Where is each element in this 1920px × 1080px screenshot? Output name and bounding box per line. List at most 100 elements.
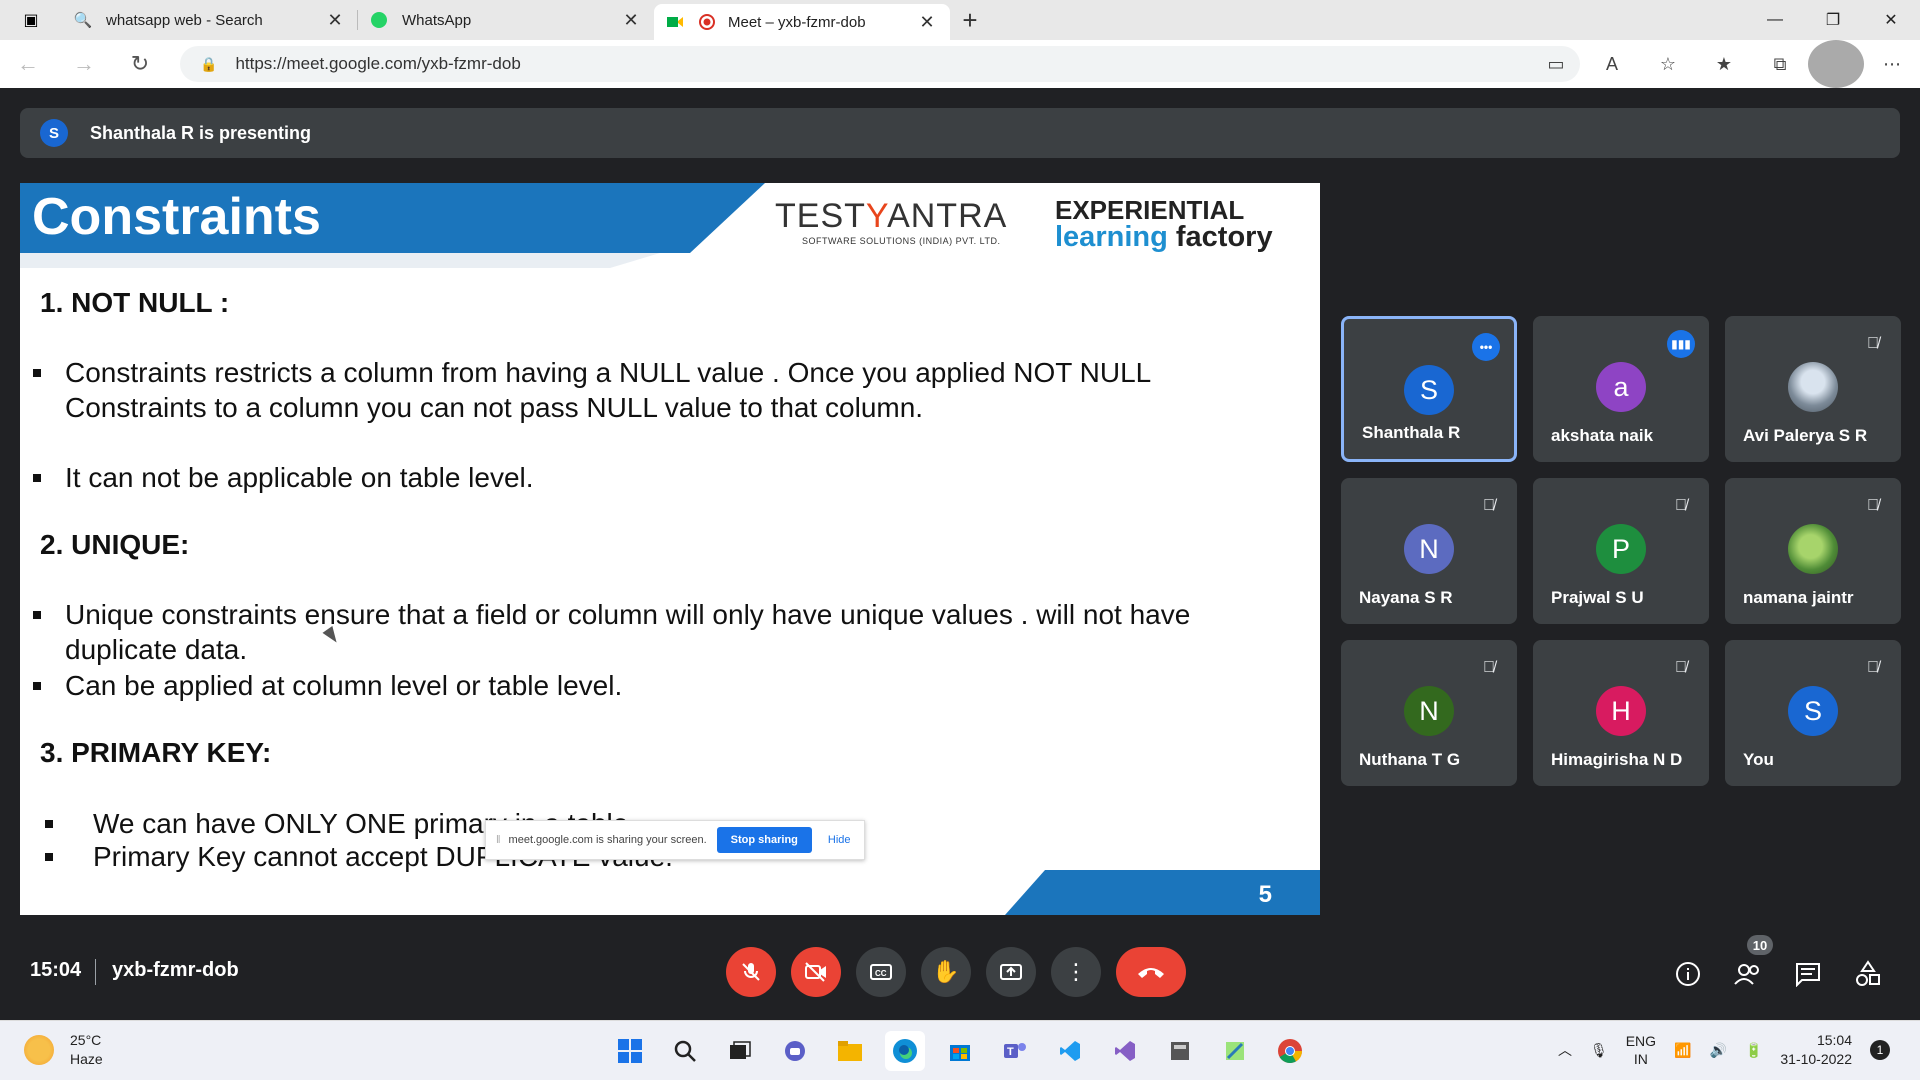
visual-studio-icon[interactable] [1105, 1031, 1145, 1071]
camera-icon[interactable]: ▭ [1528, 40, 1584, 88]
more-options-button[interactable]: ⋮ [1051, 947, 1101, 997]
more-icon[interactable]: ⋯ [1864, 40, 1920, 88]
stop-sharing-button[interactable]: Stop sharing [716, 827, 812, 853]
people-icon[interactable] [1733, 959, 1763, 989]
participant-name: Nayana S R [1359, 588, 1453, 607]
system-tray: ︿ 🎙 ENG IN 📶 🔊 🔋 15:04 31-10-2022 1 [1540, 1031, 1890, 1069]
profile-icon[interactable] [1808, 40, 1864, 88]
participant-tile[interactable]: N Nuthana T G 🎙̸ [1341, 640, 1517, 786]
browser-tab-bar: ▣ 🔍 whatsapp web - Search ✕ WhatsApp ✕ M… [0, 0, 1920, 40]
participant-tile[interactable]: a akshata naik ▮▮▮ [1533, 316, 1709, 462]
forward-icon[interactable]: → [56, 40, 112, 88]
participant-tile[interactable]: P Prajwal S U 🎙̸ [1533, 478, 1709, 624]
refresh-icon[interactable]: ↻ [112, 40, 168, 88]
mic-toggle-button[interactable] [726, 947, 776, 997]
weather-condition: Haze [70, 1051, 103, 1067]
wifi-icon[interactable]: 📶 [1674, 1042, 1691, 1059]
battery-icon[interactable]: 🔋 [1745, 1042, 1762, 1059]
close-tab-icon[interactable]: ✕ [620, 10, 642, 31]
participant-name: akshata naik [1551, 426, 1654, 445]
svg-text:CC: CC [875, 969, 887, 978]
meeting-time: 15:04 [30, 959, 82, 981]
participant-tile[interactable]: N Nayana S R 🎙̸ [1341, 478, 1517, 624]
tagline-line-2: learning factory [1055, 221, 1273, 253]
vertical-dots-icon: ⋮ [1065, 959, 1087, 984]
teams-icon[interactable]: T [995, 1031, 1035, 1071]
tab-title: WhatsApp [402, 11, 472, 29]
snipping-tool-icon[interactable] [1215, 1031, 1255, 1071]
participant-count-badge: 10 [1747, 935, 1773, 955]
chevron-up-icon[interactable]: ︿ [1558, 1040, 1572, 1060]
close-tab-icon[interactable]: ✕ [916, 12, 938, 33]
avatar: S [1788, 686, 1838, 736]
file-explorer-icon[interactable] [830, 1031, 870, 1071]
whatsapp-icon [370, 11, 388, 29]
activities-icon[interactable] [1853, 959, 1883, 989]
edge-browser-icon[interactable] [885, 1031, 925, 1071]
participant-tile[interactable]: namana jaintr 🎙̸ [1725, 478, 1901, 624]
back-icon[interactable]: ← [0, 40, 56, 88]
meeting-details-icon[interactable] [1673, 959, 1703, 989]
participant-tile[interactable]: Avi Palerya S R 🎙̸ [1725, 316, 1901, 462]
avatar: S [1404, 365, 1454, 415]
mic-muted-icon: 🎙̸ [1483, 497, 1495, 514]
teams-chat-icon[interactable] [775, 1031, 815, 1071]
vscode-icon[interactable] [1050, 1031, 1090, 1071]
participant-name: Avi Palerya S R [1743, 426, 1868, 445]
close-window-icon[interactable]: ✕ [1862, 0, 1920, 40]
participant-tile[interactable]: S You 🎙̸ [1725, 640, 1901, 786]
notification-badge[interactable]: 1 [1870, 1040, 1890, 1060]
leave-call-button[interactable] [1116, 947, 1186, 997]
participant-name: Himagirisha N D [1551, 750, 1683, 769]
present-screen-button[interactable] [986, 947, 1036, 997]
add-favorite-icon[interactable]: ☆ [1640, 40, 1696, 88]
raise-hand-button[interactable]: ✋ [921, 947, 971, 997]
favorites-icon[interactable]: ★ [1696, 40, 1752, 88]
volume-icon[interactable]: 🔊 [1710, 1042, 1727, 1059]
hide-notice-button[interactable]: Hide [828, 834, 851, 846]
recording-icon [698, 13, 716, 31]
url-field[interactable]: 🔒 https://meet.google.com/yxb-fzmr-dob [180, 46, 1580, 82]
maximize-icon[interactable]: ❐ [1804, 0, 1862, 40]
participant-tile[interactable]: S Shanthala R ••• [1341, 316, 1517, 462]
read-aloud-icon[interactable]: A [1584, 40, 1640, 88]
collections-icon[interactable]: ⧉ [1752, 40, 1808, 88]
tab-whatsapp[interactable]: WhatsApp ✕ [358, 0, 654, 40]
windows-start-icon[interactable] [610, 1031, 650, 1071]
section-heading: 1. NOT NULL : [40, 287, 230, 318]
search-icon[interactable] [665, 1031, 705, 1071]
task-view-icon[interactable] [720, 1031, 760, 1071]
tab-search[interactable]: 🔍 whatsapp web - Search ✕ [62, 0, 358, 40]
drag-handle-icon[interactable]: ‖ [496, 834, 501, 846]
participant-tile[interactable]: H Himagirisha N D 🎙̸ [1533, 640, 1709, 786]
url-text: https://meet.google.com/yxb-fzmr-dob [235, 54, 521, 73]
avatar: H [1596, 686, 1646, 736]
lock-icon[interactable]: 🔒 [200, 56, 217, 73]
camera-toggle-button[interactable] [791, 947, 841, 997]
hang-up-icon [1138, 968, 1164, 978]
share-notice-text: meet.google.com is sharing your screen. [508, 834, 707, 846]
captions-button[interactable]: CC [856, 947, 906, 997]
close-tab-icon[interactable]: ✕ [324, 10, 346, 31]
slide-header: Constraints TESTYANTRA SOFTWARE SOLUTION… [20, 183, 1320, 268]
tab-meet[interactable]: Meet – yxb-fzmr-dob ✕ [654, 4, 950, 40]
weather-widget[interactable]: 25°C Haze [24, 1031, 103, 1069]
chat-icon[interactable] [1793, 959, 1823, 989]
clock[interactable]: 15:04 31-10-2022 [1780, 1031, 1852, 1069]
chrome-icon[interactable] [1270, 1031, 1310, 1071]
language-indicator[interactable]: ENG IN [1626, 1032, 1656, 1068]
more-options-icon[interactable]: ••• [1472, 333, 1500, 361]
slide-footer-banner [1005, 870, 1320, 915]
meeting-code: yxb-fzmr-dob [112, 959, 239, 981]
speaking-indicator-icon: ▮▮▮ [1667, 330, 1695, 358]
calculator-app-icon[interactable] [1160, 1031, 1200, 1071]
microphone-icon[interactable]: 🎙 [1590, 1042, 1608, 1059]
avatar: N [1404, 686, 1454, 736]
microsoft-store-icon[interactable] [940, 1031, 980, 1071]
logo-subtitle: SOFTWARE SOLUTIONS (INDIA) PVT. LTD. [802, 236, 1001, 246]
avatar [1788, 362, 1838, 412]
mic-muted-icon: 🎙̸ [1867, 659, 1879, 676]
minimize-icon[interactable]: — [1746, 0, 1804, 40]
new-tab-button[interactable]: + [950, 5, 990, 36]
tab-actions-icon[interactable]: ▣ [0, 0, 62, 40]
